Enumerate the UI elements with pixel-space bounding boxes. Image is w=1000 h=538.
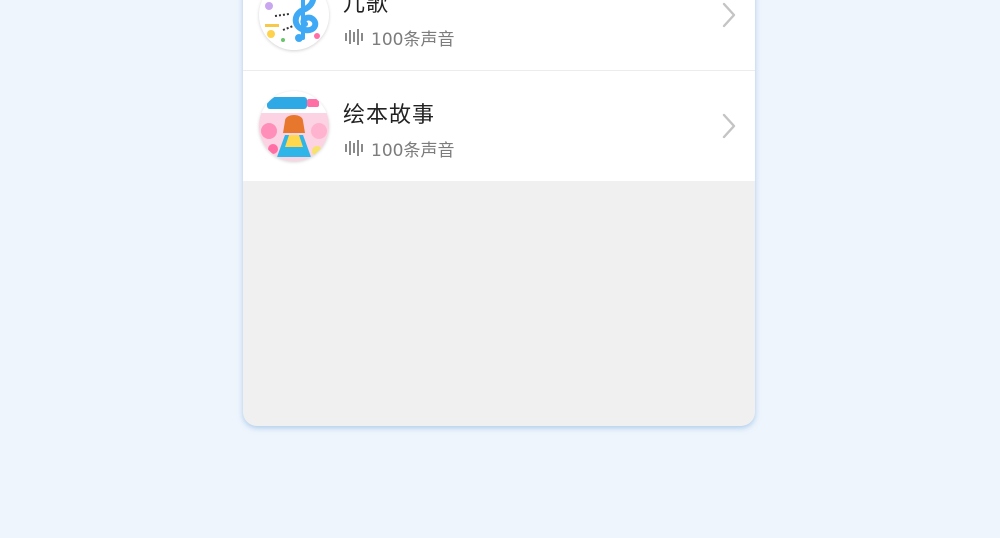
audio-wave-icon bbox=[345, 29, 363, 45]
list-item-title: 绘本故事 bbox=[343, 103, 436, 128]
sound-count: 100条声音 bbox=[371, 140, 455, 161]
chevron-right-icon[interactable] bbox=[721, 113, 737, 139]
category-list: 儿歌 100条声音 绘本故事 100条声音 bbox=[243, 0, 755, 181]
list-item-title: 儿歌 bbox=[343, 0, 390, 17]
list-item-picture-book-stories[interactable]: 绘本故事 100条声音 bbox=[243, 70, 755, 181]
music-note-icon bbox=[259, 0, 329, 50]
audio-wave-icon bbox=[345, 140, 363, 156]
princess-story-cover-icon bbox=[259, 91, 329, 161]
list-item-meta: 100条声音 bbox=[345, 137, 455, 161]
chevron-right-icon[interactable] bbox=[721, 2, 737, 28]
category-card: 儿歌 100条声音 绘本故事 100条声音 bbox=[243, 0, 755, 426]
list-item-nursery-rhymes[interactable]: 儿歌 100条声音 bbox=[243, 0, 755, 70]
list-item-meta: 100条声音 bbox=[345, 26, 455, 50]
sound-count: 100条声音 bbox=[371, 29, 455, 50]
